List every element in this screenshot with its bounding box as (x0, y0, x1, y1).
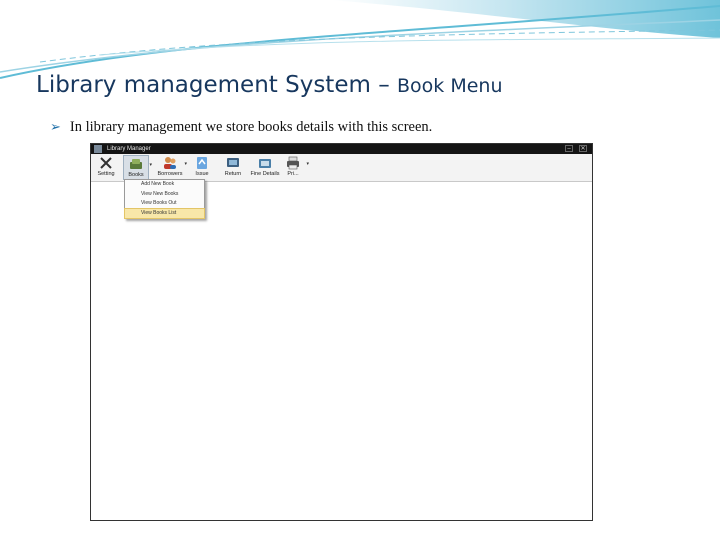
toolbar-borrowers-label: Borrowers (157, 171, 183, 177)
app-window-title: Library Manager (107, 146, 151, 152)
bullet-arrow-icon: ➢ (50, 119, 61, 134)
toolbar-fine-details-label: Fine Details (250, 171, 280, 177)
toolbar-books-label: Books (128, 172, 144, 178)
app-screenshot: Library Manager – ✕ Setting Books ▾ Borr… (90, 143, 593, 521)
slide-title: Library management System – Book Menu (36, 72, 503, 98)
slide-title-sub: Book Menu (397, 75, 503, 97)
app-icon (94, 145, 102, 153)
toolbar-books-button[interactable]: Books ▾ (123, 155, 152, 180)
toolbar-return-label: Return (224, 171, 242, 177)
toolbar-fine-details-button[interactable]: Fine Details (249, 155, 281, 180)
toolbar-setting-button[interactable]: Setting (94, 155, 118, 180)
bullet-text: In library management we store books det… (69, 119, 433, 135)
toolbar-return-button[interactable]: Return (222, 155, 244, 180)
chevron-down-icon: ▾ (306, 161, 309, 167)
chevron-down-icon: ▾ (184, 161, 187, 167)
menu-item-view-new-books[interactable]: View New Books (125, 190, 204, 200)
menu-item-view-books-list[interactable]: View Books List (124, 207, 205, 219)
books-dropdown-menu: Add New Book View New Books View Books O… (124, 179, 205, 219)
chevron-down-icon: ▾ (149, 162, 152, 168)
menu-item-add-new-book[interactable]: Add New Book (125, 180, 204, 190)
header-swoosh-decoration (0, 0, 720, 79)
toolbar-print-button[interactable]: Pri... ▾ (285, 155, 309, 180)
toolbar-issue-button[interactable]: Issue (193, 155, 211, 180)
printer-icon (287, 156, 299, 170)
bullet-item: ➢ In library management we store books de… (50, 119, 432, 136)
users-icon (164, 157, 176, 169)
return-icon (227, 158, 239, 167)
toolbar-print-label: Pri... (287, 171, 299, 177)
toolbar-borrowers-button[interactable]: Borrowers ▾ (155, 155, 187, 180)
close-button[interactable]: ✕ (579, 145, 587, 152)
menu-item-view-books-out[interactable]: View Books Out (125, 199, 204, 209)
slide-title-main: Library management System (36, 72, 371, 98)
toolbar-issue-label: Issue (195, 171, 209, 177)
wrench-icon (100, 157, 112, 169)
fine-icon (259, 159, 271, 168)
app-titlebar: Library Manager – ✕ (91, 144, 592, 154)
minimize-button[interactable]: – (565, 145, 573, 152)
toolbar-setting-label: Setting (97, 171, 115, 177)
issue-icon (197, 157, 207, 169)
app-toolbar: Setting Books ▾ Borrowers ▾ Issue Return… (91, 154, 592, 182)
slide-title-dash: – (370, 72, 398, 98)
books-icon (130, 159, 142, 169)
